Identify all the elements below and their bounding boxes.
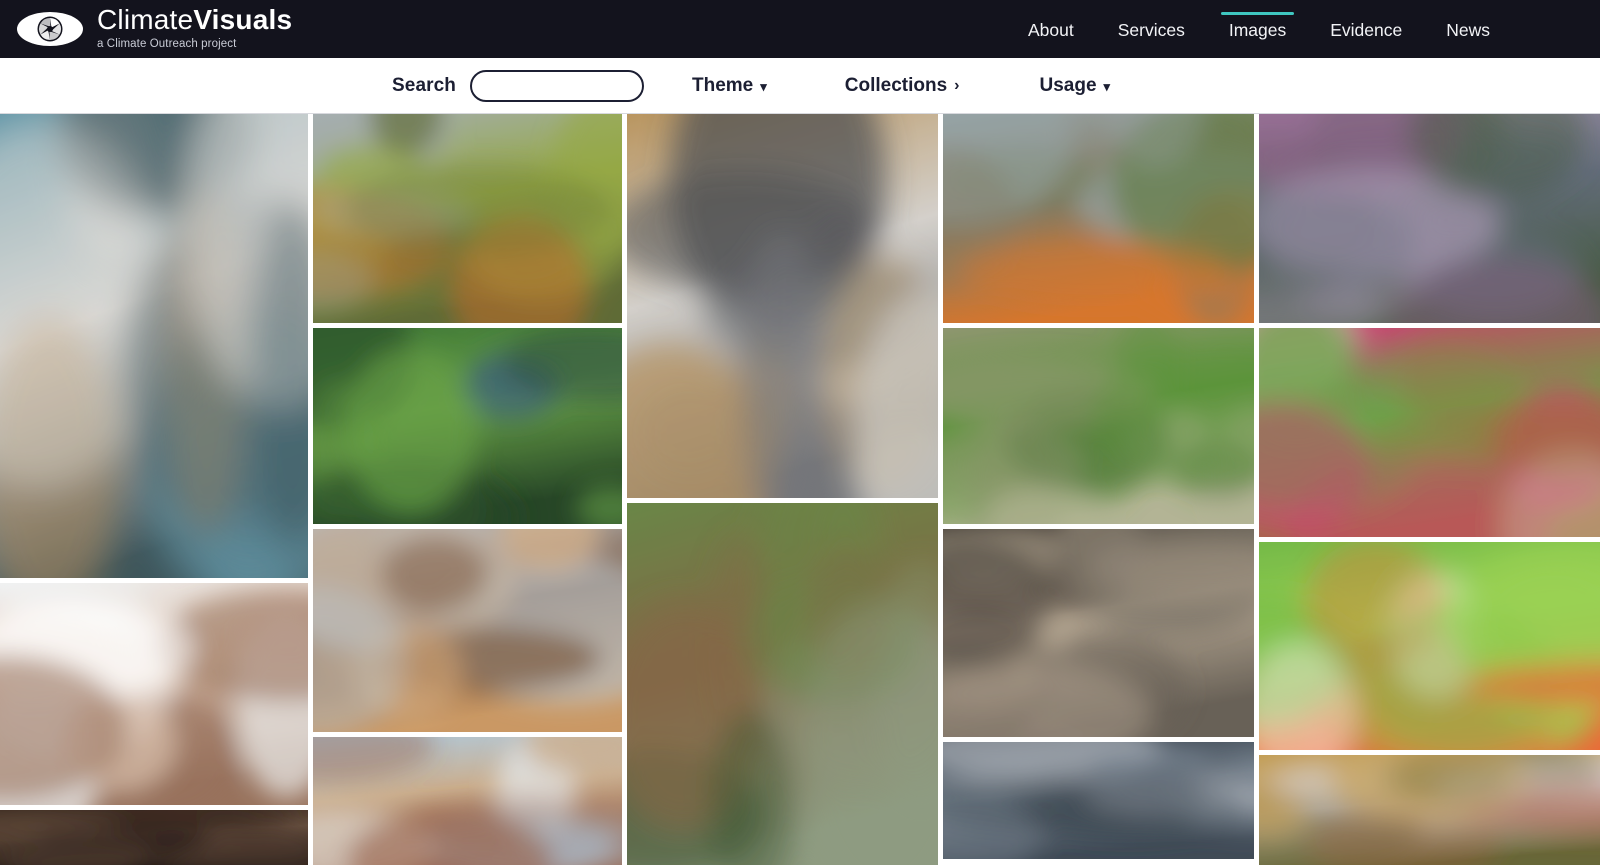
photo-indigenous-woman-child[interactable] xyxy=(313,529,622,732)
filter-collections-label: Collections xyxy=(844,74,948,96)
photo-women-water-pump[interactable] xyxy=(313,737,622,865)
photo-farmer-notebook-crops[interactable] xyxy=(1259,328,1600,537)
gallery-column-5 xyxy=(1259,114,1600,865)
gallery-column-3 xyxy=(627,114,938,865)
photo-woman-tall-grass[interactable] xyxy=(1259,755,1600,865)
photo-tree-canopy-climber[interactable] xyxy=(313,114,622,323)
brand-tagline: a Climate Outreach project xyxy=(97,37,237,50)
nav-item-images[interactable]: Images xyxy=(1207,2,1308,57)
brand-logo[interactable]: ClimateVisuals a Climate Outreach projec… xyxy=(16,3,293,53)
photo-student-raising-hand[interactable] xyxy=(0,583,308,805)
filter-usage[interactable]: Usage ▾ xyxy=(1040,75,1111,97)
photo-rice-paddy-farmer[interactable] xyxy=(1259,542,1600,750)
gallery-column-1 xyxy=(0,114,308,865)
photo-aerial-rainforest-river[interactable] xyxy=(313,328,622,524)
filter-bar: Search Theme ▾ Collections › Usage ▾ xyxy=(0,58,1600,114)
filter-theme-label: Theme xyxy=(691,74,754,96)
photo-dark-crowd-soil[interactable] xyxy=(0,810,308,865)
filter-collections[interactable]: Collections › xyxy=(845,75,960,97)
chevron-down-icon: ▾ xyxy=(760,79,767,94)
search-input[interactable] xyxy=(469,69,644,102)
brand-name-light: Climate xyxy=(97,3,194,35)
photo-hand-holding-biochar[interactable] xyxy=(943,529,1254,737)
brand-name-bold: Visuals xyxy=(193,3,293,35)
site-header: ClimateVisuals a Climate Outreach projec… xyxy=(0,0,1600,58)
photo-mass-timber-atrium[interactable] xyxy=(627,114,938,498)
eye-aperture-logo-icon xyxy=(17,12,83,46)
photo-cattle-silvopasture[interactable] xyxy=(627,503,938,865)
chevron-right-icon: › xyxy=(954,76,960,94)
photo-aerial-farm-plots[interactable] xyxy=(943,328,1254,524)
brand-name: ClimateVisuals xyxy=(97,3,293,35)
photo-elevated-train-city[interactable] xyxy=(0,114,308,578)
photo-amazon-couple-river[interactable] xyxy=(943,114,1254,323)
gallery-column-4 xyxy=(943,114,1254,865)
filter-usage-label: Usage xyxy=(1039,74,1097,96)
search-group: Search xyxy=(392,69,644,102)
photo-moose-lake-denali[interactable] xyxy=(1259,114,1600,323)
search-label: Search xyxy=(392,74,456,96)
gallery-column-2 xyxy=(313,114,622,865)
nav-item-about[interactable]: About xyxy=(1006,2,1096,57)
photo-man-glasses-indoors[interactable] xyxy=(943,742,1254,859)
image-gallery-grid xyxy=(0,114,1600,865)
nav-item-evidence[interactable]: Evidence xyxy=(1308,2,1424,57)
filter-theme[interactable]: Theme ▾ xyxy=(692,75,767,97)
nav-item-services[interactable]: Services xyxy=(1096,2,1207,57)
chevron-down-icon: ▾ xyxy=(1103,79,1111,94)
nav-item-news[interactable]: News xyxy=(1424,2,1512,57)
main-navigation: About Services Images Evidence News xyxy=(1006,2,1512,57)
